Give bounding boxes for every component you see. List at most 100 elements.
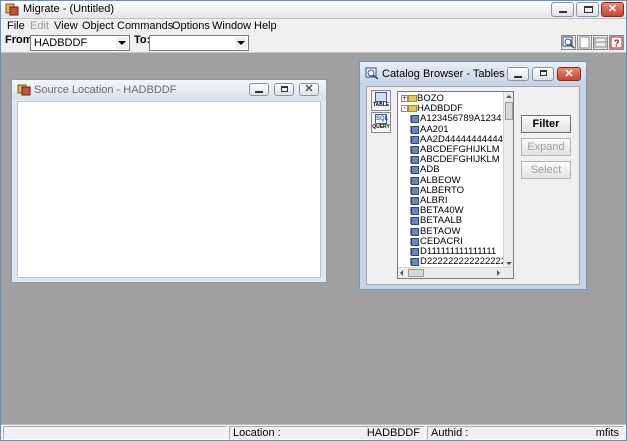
window-title: Migrate - (Untitled) xyxy=(23,3,115,15)
source-location-title-bar[interactable]: Source Location - HADBDDF ✕ xyxy=(12,80,326,100)
select-button[interactable]: Select xyxy=(521,161,571,179)
folder-icon xyxy=(408,95,417,102)
catalog-close-button[interactable]: ✕ xyxy=(557,67,581,81)
source-minimize-button[interactable] xyxy=(249,83,269,96)
tree-vertical-scrollbar[interactable] xyxy=(503,92,513,268)
tree-item-table[interactable]: +BETAOW xyxy=(398,226,503,237)
catalog-browser-title-bar[interactable]: Catalog Browser - Tables ✕ xyxy=(360,62,586,84)
tab-table[interactable]: TABLE xyxy=(371,90,391,111)
tree-item-label: ALBERTO xyxy=(420,184,465,196)
tree-item-label: ADB xyxy=(420,164,440,176)
tree-item-table[interactable]: +ABCDEFGHIJKLM xyxy=(398,145,503,155)
tab-query-label: QUERY xyxy=(372,124,390,130)
collapse-icon[interactable]: - xyxy=(401,105,408,113)
tree-item-label: BETAALB xyxy=(420,215,463,227)
table-icon xyxy=(411,115,419,124)
table-icon xyxy=(411,125,419,134)
catalog-restore-button[interactable] xyxy=(532,67,554,81)
filter-button[interactable]: Filter xyxy=(521,115,571,133)
expand-button[interactable]: Expand xyxy=(521,138,571,156)
tree-item-table[interactable]: +ALBERTO xyxy=(398,184,503,196)
source-location-content[interactable] xyxy=(17,101,321,278)
menu-view[interactable]: View xyxy=(54,19,78,33)
table-icon xyxy=(411,227,419,236)
table-icon xyxy=(411,258,419,267)
tree-item-table[interactable]: +ALBRI xyxy=(398,196,503,206)
tree-item-label: ABCDEFGHIJKLM xyxy=(420,144,500,155)
source-restore-button[interactable] xyxy=(274,83,294,96)
grid-tool-button[interactable] xyxy=(593,35,608,50)
expand-icon[interactable]: + xyxy=(401,95,408,102)
menu-options[interactable]: Options xyxy=(172,19,210,33)
catalog-browser-window: Catalog Browser - Tables ✕ TABLE SQL QUE… xyxy=(359,61,587,290)
tree-item-label: CEDACRI xyxy=(420,235,463,247)
migrate-app-icon xyxy=(5,3,19,16)
tree-item-label: ALBRI xyxy=(420,195,448,206)
source-window-icon xyxy=(17,84,31,96)
location-label: Location : xyxy=(233,427,281,439)
tree-item-table[interactable]: +AA2D444444444444 xyxy=(398,134,508,145)
to-combobox[interactable] xyxy=(149,35,249,51)
catalog-browser-body: TABLE SQL QUERY +D222222222222222+D11111… xyxy=(366,86,580,285)
menu-help[interactable]: Help xyxy=(254,19,277,33)
status-message-cell xyxy=(3,426,227,440)
tree-item-schema[interactable]: + BOZO xyxy=(398,94,503,104)
scroll-left-icon[interactable] xyxy=(398,268,407,278)
tree-item-table[interactable]: +AA201 xyxy=(398,124,503,135)
menu-bar: File Edit View Object Commands Options W… xyxy=(1,19,626,33)
chevron-down-icon[interactable] xyxy=(116,37,128,49)
catalog-browser-icon xyxy=(365,67,379,80)
catalog-tree[interactable]: +D222222222222222+D111111111111111+CEDAC… xyxy=(397,91,514,279)
tree-item-table[interactable]: +D222222222222222 xyxy=(398,256,507,268)
scroll-thumb[interactable] xyxy=(505,102,513,120)
help-tool-button[interactable]: ? xyxy=(609,35,624,50)
tab-table-label: TABLE xyxy=(372,102,390,108)
tree-item-table[interactable]: +CEDACRI xyxy=(398,235,503,247)
tree-item-table[interactable]: +ABCDEFGHIJKLM xyxy=(398,155,503,165)
title-bar[interactable]: Migrate - (Untitled) ✕ xyxy=(1,1,626,19)
tree-horizontal-scrollbar[interactable] xyxy=(398,267,513,278)
table-icon xyxy=(411,166,419,175)
menu-object[interactable]: Object xyxy=(82,19,114,33)
menu-edit[interactable]: Edit xyxy=(30,19,49,33)
menu-file[interactable]: File xyxy=(7,19,25,33)
from-combobox[interactable]: HADBDDF xyxy=(30,35,130,51)
tree-item-label: HADBDDF xyxy=(417,103,463,115)
hscroll-thumb[interactable] xyxy=(408,269,424,277)
source-close-button[interactable]: ✕ xyxy=(299,83,319,96)
source-location-window: Source Location - HADBDDF ✕ xyxy=(11,79,327,283)
scroll-right-icon[interactable] xyxy=(494,268,503,278)
tab-query[interactable]: SQL QUERY xyxy=(371,112,391,133)
table-icon xyxy=(411,135,419,144)
properties-tool-button[interactable] xyxy=(577,35,592,50)
tree-item-label: AA2D444444444444 xyxy=(420,133,509,145)
minimize-icon xyxy=(255,91,263,93)
tree-item-table[interactable]: +ALBEOW xyxy=(398,175,503,186)
menu-window[interactable]: Window xyxy=(212,19,251,33)
tree-item-table[interactable]: +A123456789A1234 xyxy=(398,114,503,124)
chevron-down-icon[interactable] xyxy=(235,37,247,49)
catalog-minimize-button[interactable] xyxy=(507,67,529,81)
table-icon xyxy=(411,176,419,185)
authid-label: Authid : xyxy=(431,427,469,439)
from-label: From xyxy=(5,34,33,46)
tree-item-label: D222222222222222 xyxy=(420,256,507,268)
tree-item-label: ABCDEFGHIJKLM xyxy=(420,154,500,166)
minimize-icon xyxy=(558,11,567,13)
tree-item-table[interactable]: +ADB xyxy=(398,165,503,175)
menu-commands[interactable]: Commands xyxy=(117,19,173,33)
restore-icon xyxy=(540,70,547,76)
close-icon: ✕ xyxy=(304,83,314,95)
close-button[interactable]: ✕ xyxy=(601,2,624,17)
catalog-browser-title: Catalog Browser - Tables xyxy=(382,68,505,80)
table-icon xyxy=(375,92,387,102)
table-icon xyxy=(411,217,419,226)
tree-item-table[interactable]: +BETAALB xyxy=(398,216,503,226)
scroll-up-icon[interactable] xyxy=(504,92,513,101)
maximize-button[interactable] xyxy=(576,2,599,17)
tree-item-table[interactable]: +D111111111111111 xyxy=(398,247,503,257)
minimize-button[interactable] xyxy=(551,2,574,17)
tree-item-table[interactable]: +BETA40W xyxy=(398,206,503,216)
tree-item-schema[interactable]: - HADBDDF xyxy=(398,104,503,114)
catalog-browser-tool-button[interactable] xyxy=(561,35,576,50)
